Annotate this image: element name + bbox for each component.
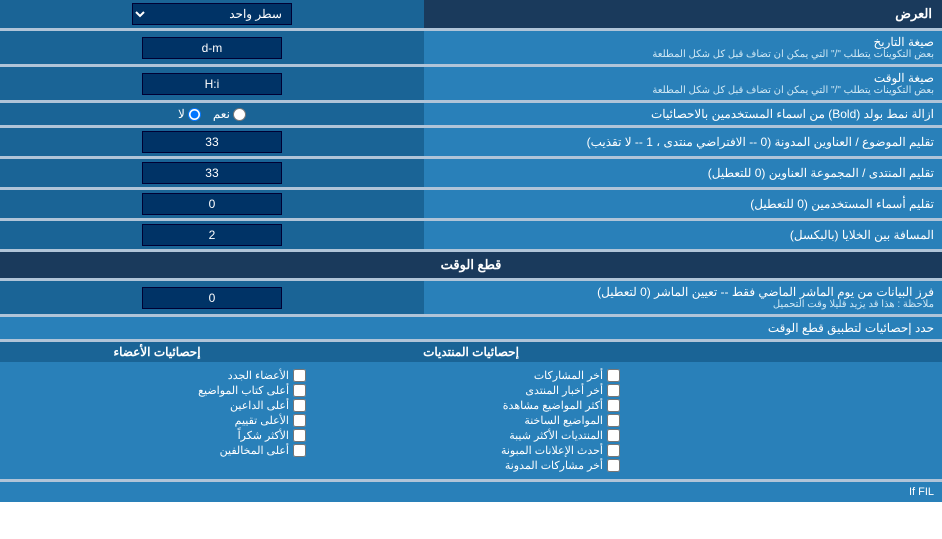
trim-users-input-cell xyxy=(0,190,424,218)
time-section-title: قطع الوقت xyxy=(0,252,942,278)
member-stat-3-check[interactable] xyxy=(293,399,306,412)
bold-row: ازالة نمط بولد (Bold) من اسماء المستخدمي… xyxy=(0,103,942,125)
trim-topic-label: تقليم الموضوع / العناوين المدونة (0 -- ا… xyxy=(424,128,942,156)
trim-forum-label: تقليم المنتدى / المجموعة العناوين (0 للت… xyxy=(424,159,942,187)
forum-stat-7: أخر مشاركات المدونة xyxy=(322,459,620,472)
stats-header-row: إحصائيات المنتديات إحصائيات الأعضاء xyxy=(0,342,942,362)
single-line-select[interactable]: سطر واحد xyxy=(132,3,292,25)
footer-row: If FIL xyxy=(0,482,942,502)
date-format-row: صيغة التاريخ بعض التكوينات يتطلب "/" الت… xyxy=(0,31,942,64)
forum-stat-4-label: المواضيع الساخنة xyxy=(524,414,603,427)
time-filter-input-cell xyxy=(0,281,424,314)
forum-stat-2-check[interactable] xyxy=(607,384,620,397)
time-format-row: صيغة الوقت بعض التكوينات يتطلب "/" التي … xyxy=(0,67,942,100)
bold-no-label[interactable]: لا xyxy=(178,107,201,121)
forum-stat-3-label: أكثر المواضيع مشاهدة xyxy=(503,399,603,412)
cell-spacing-row: المسافة بين الخلايا (بالبكسل) xyxy=(0,221,942,249)
time-format-input-cell xyxy=(0,67,424,100)
cell-spacing-input-cell xyxy=(0,221,424,249)
forum-stat-3: أكثر المواضيع مشاهدة xyxy=(322,399,620,412)
forum-stat-2-label: أخر أخبار المنتدى xyxy=(525,384,603,397)
forum-stat-5: المنتديات الأكثر شيبة xyxy=(322,429,620,442)
if-fil-text: If FIL xyxy=(0,482,942,502)
time-filter-input[interactable] xyxy=(142,287,282,309)
member-stat-5-check[interactable] xyxy=(293,429,306,442)
member-stat-6-check[interactable] xyxy=(293,444,306,457)
member-stat-3: أعلى الداعين xyxy=(8,399,306,412)
member-stats-items: الأعضاء الجدد أعلى كتاب المواضيع أعلى ال… xyxy=(0,362,314,479)
trim-topic-input[interactable] xyxy=(142,131,282,153)
trim-topic-input-cell xyxy=(0,128,424,156)
bold-label: ازالة نمط بولد (Bold) من اسماء المستخدمي… xyxy=(424,103,942,125)
display-title: العرض xyxy=(424,0,942,28)
forum-stat-3-check[interactable] xyxy=(607,399,620,412)
member-stat-5: الأكثر شكراً xyxy=(8,429,306,442)
trim-forum-input-cell xyxy=(0,159,424,187)
time-filter-row: فرز البيانات من يوم الماشر الماضي فقط --… xyxy=(0,281,942,314)
forum-stat-1: أخر المشاركات xyxy=(322,369,620,382)
display-header-row: العرض سطر واحد xyxy=(0,0,942,28)
apply-stats-label: حدد إحصائيات لتطبيق قطع الوقت xyxy=(0,317,942,339)
member-stat-2: أعلى كتاب المواضيع xyxy=(8,384,306,397)
member-stat-5-label: الأكثر شكراً xyxy=(238,429,289,442)
forum-stat-6: أحدث الإعلانات المبونة xyxy=(322,444,620,457)
date-format-input-cell xyxy=(0,31,424,64)
trim-forum-input[interactable] xyxy=(142,162,282,184)
member-stat-4: الأعلى تقييم xyxy=(8,414,306,427)
bold-radio-group: نعم لا xyxy=(5,107,419,121)
forum-stat-5-label: المنتديات الأكثر شيبة xyxy=(509,429,603,442)
date-format-input[interactable] xyxy=(142,37,282,59)
trim-users-row: تقليم أسماء المستخدمين (0 للتعطيل) xyxy=(0,190,942,218)
member-stat-1-label: الأعضاء الجدد xyxy=(228,369,289,382)
time-format-label: صيغة الوقت بعض التكوينات يتطلب "/" التي … xyxy=(424,67,942,100)
bold-yes-radio[interactable] xyxy=(233,108,246,121)
member-stat-4-label: الأعلى تقييم xyxy=(235,414,289,427)
stats-checkboxes-row: إحصائيات المنتديات إحصائيات الأعضاء أخر … xyxy=(0,342,942,479)
forum-stat-6-check[interactable] xyxy=(607,444,620,457)
trim-users-label: تقليم أسماء المستخدمين (0 للتعطيل) xyxy=(424,190,942,218)
forum-stats-items: أخر المشاركات أخر أخبار المنتدى أكثر الم… xyxy=(314,362,628,479)
bold-yes-label[interactable]: نعم xyxy=(213,107,246,121)
forum-stat-7-check[interactable] xyxy=(607,459,620,472)
forum-stat-7-label: أخر مشاركات المدونة xyxy=(505,459,603,472)
date-format-label: صيغة التاريخ بعض التكوينات يتطلب "/" الت… xyxy=(424,31,942,64)
forum-stat-6-label: أحدث الإعلانات المبونة xyxy=(501,444,603,457)
time-filter-label: فرز البيانات من يوم الماشر الماضي فقط --… xyxy=(424,281,942,314)
cell-spacing-label: المسافة بين الخلايا (بالبكسل) xyxy=(424,221,942,249)
stats-inner-table: إحصائيات المنتديات إحصائيات الأعضاء أخر … xyxy=(0,342,942,479)
forum-stat-1-label: أخر المشاركات xyxy=(534,369,603,382)
member-stat-6: أعلى المخالفين xyxy=(8,444,306,457)
trim-forum-row: تقليم المنتدى / المجموعة العناوين (0 للت… xyxy=(0,159,942,187)
member-stat-2-label: أعلى كتاب المواضيع xyxy=(198,384,289,397)
member-stat-6-label: أعلى المخالفين xyxy=(220,444,289,457)
stats-items-row: أخر المشاركات أخر أخبار المنتدى أكثر الم… xyxy=(0,362,942,479)
forum-stat-4-check[interactable] xyxy=(607,414,620,427)
cell-spacing-input[interactable] xyxy=(142,224,282,246)
forum-stat-4: المواضيع الساخنة xyxy=(322,414,620,427)
apply-stats-row: حدد إحصائيات لتطبيق قطع الوقت xyxy=(0,317,942,339)
member-stat-4-check[interactable] xyxy=(293,414,306,427)
time-section-header-row: قطع الوقت xyxy=(0,252,942,278)
member-stat-2-check[interactable] xyxy=(293,384,306,397)
member-stat-1-check[interactable] xyxy=(293,369,306,382)
trim-topic-row: تقليم الموضوع / العناوين المدونة (0 -- ا… xyxy=(0,128,942,156)
trim-users-input[interactable] xyxy=(142,193,282,215)
apply-col-header xyxy=(628,342,942,362)
member-stats-title: إحصائيات الأعضاء xyxy=(0,342,314,362)
member-stat-3-label: أعلى الداعين xyxy=(230,399,289,412)
member-stat-1: الأعضاء الجدد xyxy=(8,369,306,382)
bold-no-radio[interactable] xyxy=(188,108,201,121)
time-format-input[interactable] xyxy=(142,73,282,95)
apply-col-content xyxy=(628,362,942,479)
forum-stat-5-check[interactable] xyxy=(607,429,620,442)
forum-stat-1-check[interactable] xyxy=(607,369,620,382)
main-table: العرض سطر واحد صيغة التاريخ بعض التكوينا… xyxy=(0,0,942,502)
forum-stat-2: أخر أخبار المنتدى xyxy=(322,384,620,397)
bold-radio-cell: نعم لا xyxy=(0,103,424,125)
forum-stats-title: إحصائيات المنتديات xyxy=(314,342,628,362)
single-line-cell: سطر واحد xyxy=(0,0,424,28)
